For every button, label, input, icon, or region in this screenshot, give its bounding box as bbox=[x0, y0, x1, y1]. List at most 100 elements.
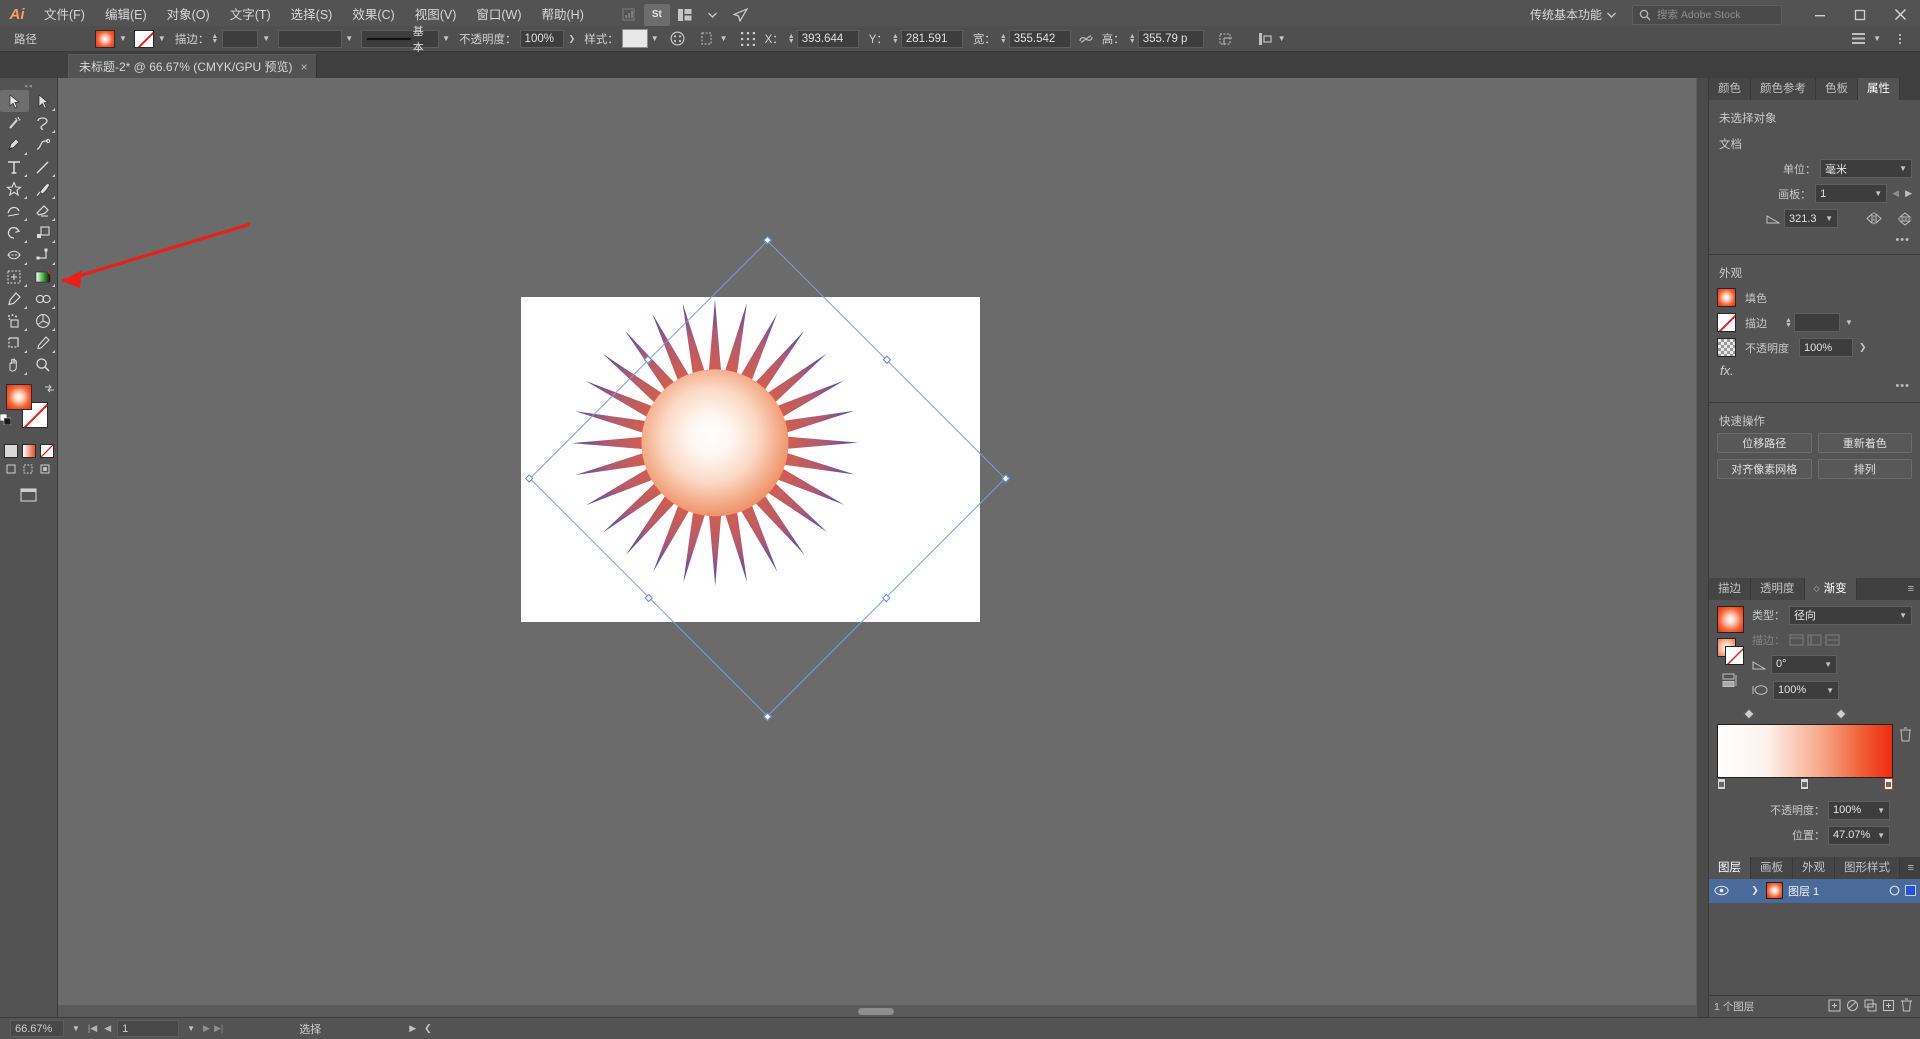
toolbar-fill-swatch[interactable] bbox=[6, 384, 32, 410]
align-chevron-down-icon[interactable]: ▼ bbox=[720, 34, 728, 43]
share-icon[interactable] bbox=[728, 4, 754, 26]
stroke-profile-select[interactable] bbox=[278, 29, 343, 48]
sidebar-item-magic-wand-tool[interactable] bbox=[0, 112, 29, 134]
gradient-aspect-input[interactable]: 100% ▼ bbox=[1773, 680, 1839, 700]
control-stroke-swatch[interactable] bbox=[133, 29, 154, 48]
chevron-down-icon[interactable]: ▼ bbox=[1845, 318, 1853, 327]
document-tab[interactable]: 未标题-2* @ 66.67% (CMYK/GPU 预览) × bbox=[68, 54, 317, 78]
screen-mode-icon[interactable] bbox=[20, 488, 37, 505]
align-to-chevron-down-icon[interactable]: ▼ bbox=[1278, 34, 1286, 43]
sidebar-item-direct-selection-tool[interactable] bbox=[29, 90, 58, 112]
selection-handle[interactable] bbox=[1001, 474, 1011, 483]
sidebar-item-gradient-tool[interactable] bbox=[29, 266, 58, 288]
gradient-type-select[interactable]: 径向 ▼ bbox=[1789, 605, 1912, 625]
arrange-button[interactable]: 排列 bbox=[1817, 459, 1912, 479]
close-icon[interactable]: × bbox=[301, 60, 308, 74]
gradient-stop[interactable] bbox=[1799, 777, 1809, 790]
page-number-input[interactable]: 1 bbox=[117, 1020, 180, 1037]
selection-handle[interactable] bbox=[763, 712, 772, 722]
gradient-midpoint-track[interactable] bbox=[1717, 707, 1893, 724]
tab-stroke[interactable]: 描边 bbox=[1709, 577, 1751, 600]
tab-color[interactable]: 颜色 bbox=[1709, 78, 1751, 100]
opacity-expand-icon[interactable]: ❯ bbox=[1859, 342, 1867, 353]
tab-gradient[interactable]: ◇ 渐变 bbox=[1804, 577, 1857, 600]
sidebar-item-scale-tool[interactable] bbox=[29, 222, 58, 244]
selection-indicator-icon[interactable] bbox=[1905, 885, 1916, 896]
sidebar-item-slice-tool[interactable] bbox=[29, 332, 58, 354]
gradient-opacity-input[interactable]: 100% ▼ bbox=[1828, 800, 1890, 820]
sidebar-item-curvature-tool[interactable] bbox=[29, 134, 58, 156]
gradient-preview-swatch[interactable] bbox=[1717, 605, 1744, 633]
distribute-chevron-down-icon[interactable]: ▼ bbox=[1873, 34, 1881, 43]
selection-handle[interactable] bbox=[763, 235, 772, 245]
minimize-icon[interactable] bbox=[1800, 1, 1840, 29]
sidebar-item-line-segment-tool[interactable] bbox=[29, 156, 58, 178]
previous-page-icon[interactable]: ◀ bbox=[104, 1023, 111, 1034]
canvas-area[interactable] bbox=[58, 78, 1708, 1017]
draw-inside-icon[interactable] bbox=[40, 464, 52, 478]
distribute-icon[interactable] bbox=[1850, 30, 1867, 47]
sidebar-item-paintbrush-tool[interactable] bbox=[29, 178, 58, 200]
tab-appearance[interactable]: 外观 bbox=[1793, 856, 1835, 879]
gradient-ramp[interactable] bbox=[1717, 723, 1893, 778]
sidebar-item-lasso-tool[interactable] bbox=[29, 112, 58, 134]
appearance-more-options-icon[interactable]: ••• bbox=[1717, 380, 1910, 392]
status-zoom-input[interactable]: 66.67% bbox=[10, 1020, 64, 1037]
eye-icon[interactable] bbox=[1713, 885, 1729, 896]
close-icon[interactable] bbox=[1880, 1, 1920, 29]
flip-horizontal-icon[interactable] bbox=[1866, 212, 1882, 225]
fx-button[interactable]: fx. bbox=[1720, 363, 1912, 378]
opacity-expand-icon[interactable]: ❯ bbox=[569, 34, 576, 43]
sidebar-item-pen-tool[interactable] bbox=[0, 134, 29, 156]
tab-transparency[interactable]: 透明度 bbox=[1751, 577, 1805, 600]
appearance-opacity-swatch[interactable] bbox=[1717, 338, 1736, 357]
chevron-down-icon[interactable] bbox=[700, 4, 726, 26]
create-sublayer-icon[interactable] bbox=[1861, 999, 1879, 1015]
sidebar-item-blend-tool[interactable] bbox=[29, 288, 58, 310]
page-chevron-down-icon[interactable]: ▼ bbox=[187, 1024, 195, 1033]
brush-select[interactable]: 基本 bbox=[361, 26, 440, 54]
gradient-stop[interactable] bbox=[1717, 777, 1726, 790]
maximize-icon[interactable] bbox=[1840, 1, 1880, 29]
gradient-angle-input[interactable]: 0° ▼ bbox=[1771, 654, 1837, 674]
sidebar-item-zoom-tool[interactable] bbox=[29, 354, 58, 376]
appearance-stroke-weight-input[interactable] bbox=[1793, 313, 1840, 332]
tab-graphic-styles[interactable]: 图形样式 bbox=[1835, 856, 1900, 879]
bridge-icon[interactable] bbox=[616, 4, 642, 26]
status-expand-icon[interactable]: ▶ bbox=[409, 1023, 416, 1034]
transform-width-stepper[interactable]: ▲ ▼ bbox=[1000, 33, 1007, 45]
sidebar-item-type-tool[interactable] bbox=[0, 156, 29, 178]
swap-fill-stroke-icon[interactable] bbox=[44, 383, 55, 396]
sidebar-item-symbol-sprayer-tool[interactable] bbox=[0, 310, 29, 332]
dock-collapse-rail[interactable] bbox=[1697, 78, 1709, 1017]
next-artboard-icon[interactable]: ▶ bbox=[1905, 188, 1912, 199]
selection-handle[interactable] bbox=[644, 355, 653, 364]
sidebar-item-eyedropper-tool[interactable] bbox=[0, 288, 29, 310]
align-options-icon[interactable] bbox=[700, 30, 717, 47]
delete-gradient-stop-icon[interactable] bbox=[1899, 727, 1912, 742]
transform-height-input[interactable]: 355.79 p bbox=[1137, 29, 1204, 48]
tab-properties[interactable]: 属性 bbox=[1858, 78, 1900, 100]
stock-icon[interactable]: St bbox=[643, 3, 670, 26]
graphic-style-swatch[interactable] bbox=[621, 29, 648, 48]
stroke-weight-chevron-down-icon[interactable]: ▼ bbox=[262, 34, 270, 43]
next-page-icon[interactable]: ▶ bbox=[203, 1023, 210, 1034]
arrange-documents-icon[interactable] bbox=[672, 4, 698, 26]
layers-panel-menu-icon[interactable]: ≡ bbox=[1902, 857, 1920, 879]
tab-layers[interactable]: 图层 bbox=[1709, 856, 1751, 879]
flip-vertical-icon[interactable] bbox=[1898, 211, 1912, 226]
unit-select[interactable]: 毫米 ▼ bbox=[1820, 159, 1912, 178]
gradient-stop-track[interactable] bbox=[1717, 777, 1893, 793]
gradient-midpoint[interactable] bbox=[1835, 707, 1847, 720]
gradient-location-input[interactable]: 47.07% ▼ bbox=[1828, 825, 1890, 845]
offset-path-button[interactable]: 位移路径 bbox=[1717, 433, 1812, 453]
recolor-artwork-icon[interactable] bbox=[669, 30, 686, 47]
lock-aspect-ratio-icon[interactable] bbox=[1078, 30, 1095, 47]
color-swatch-button[interactable] bbox=[3, 444, 18, 458]
gradient-reverse-icon[interactable] bbox=[1717, 673, 1744, 688]
transform-y-input[interactable]: 281.591 bbox=[900, 29, 963, 48]
stroke-weight-stepper[interactable]: ▲ ▼ bbox=[211, 33, 218, 45]
sidebar-item-shape-tool[interactable] bbox=[0, 178, 29, 200]
stroke-profile-chevron-down-icon[interactable]: ▼ bbox=[345, 34, 353, 43]
delete-layer-icon[interactable] bbox=[1897, 998, 1915, 1015]
